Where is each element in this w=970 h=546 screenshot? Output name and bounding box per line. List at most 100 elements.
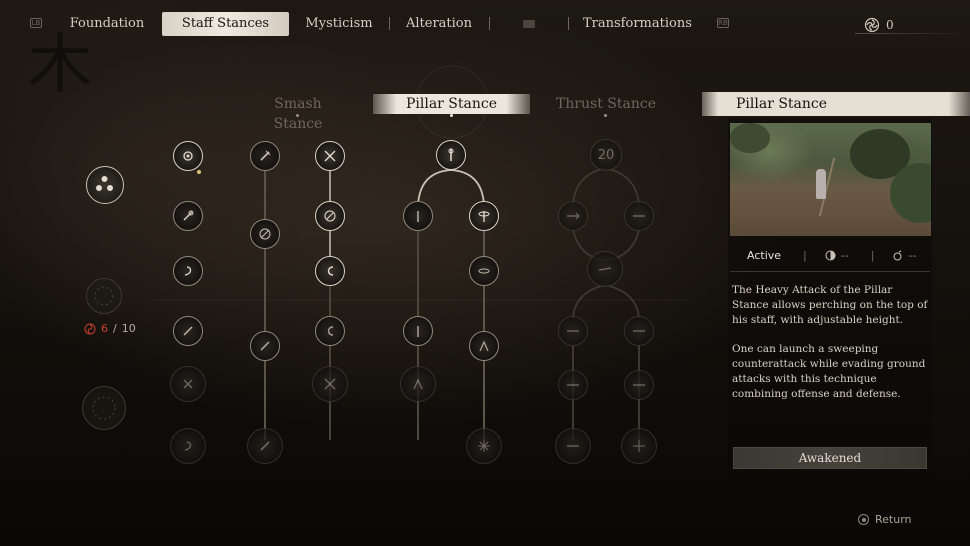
leap-icon <box>413 378 423 390</box>
burst-icon <box>633 440 645 452</box>
skill-node[interactable] <box>558 201 588 231</box>
skill-description: The Heavy Attack of the Pillar Stance al… <box>732 283 928 416</box>
stat-a-value: -- <box>840 248 849 262</box>
upgrade-dot <box>197 170 201 174</box>
skill-node[interactable] <box>315 316 345 346</box>
pillar-staff-icon <box>417 326 419 337</box>
skill-node[interactable] <box>170 428 206 464</box>
pillar-staff-icon <box>448 148 454 161</box>
skill-preview-image <box>730 123 931 236</box>
skill-node-level[interactable]: 20 <box>590 139 622 171</box>
skill-node[interactable] <box>624 316 654 346</box>
return-label: Return <box>875 513 912 526</box>
whirl-staff-icon <box>478 268 490 274</box>
skill-node[interactable] <box>250 219 280 249</box>
skill-node[interactable] <box>173 316 203 346</box>
stat-b: -- <box>892 249 916 262</box>
skill-node[interactable] <box>173 201 203 231</box>
spin-icon <box>183 151 193 161</box>
skill-node[interactable] <box>624 201 654 231</box>
stat-b-value: -- <box>908 248 917 262</box>
spirit-swirl-icon <box>84 323 96 334</box>
smash-icon <box>260 341 270 351</box>
skill-node[interactable] <box>469 256 499 286</box>
skill-node[interactable] <box>403 201 433 231</box>
description-paragraph-2: One can launch a sweeping counterattack … <box>732 343 926 400</box>
points-separator: / <box>113 322 117 335</box>
thrust-icon <box>633 384 645 386</box>
cross-swing-icon <box>183 379 193 389</box>
stance-points: 6 / 10 <box>84 322 136 335</box>
whirl-staff-icon <box>478 211 490 222</box>
status-divider: | <box>803 248 807 262</box>
skill-node[interactable] <box>469 201 499 231</box>
skill-status-row: Active | -- | -- <box>730 244 930 266</box>
crossed-staves-icon <box>324 150 336 162</box>
skill-node[interactable] <box>173 256 203 286</box>
staff-strike-icon <box>183 326 193 336</box>
thrust-icon <box>633 330 645 332</box>
points-current: 6 <box>101 322 108 335</box>
header-indicator-dot <box>296 114 299 117</box>
skill-node[interactable] <box>250 141 280 171</box>
return-button[interactable]: Return <box>858 513 912 526</box>
skill-node[interactable] <box>250 331 280 361</box>
skill-node[interactable] <box>624 370 654 400</box>
swirl-kick-icon <box>184 266 192 276</box>
dotted-ring-icon <box>92 396 116 420</box>
awakened-button[interactable]: Awakened <box>733 447 927 469</box>
skill-node[interactable] <box>558 370 588 400</box>
dotted-ring-icon <box>94 286 114 306</box>
skill-node[interactable] <box>315 141 345 171</box>
points-max: 10 <box>121 322 136 335</box>
burst-icon <box>478 440 490 452</box>
stat-a: -- <box>825 249 849 262</box>
thrust-icon <box>567 384 579 386</box>
pillar-staff-icon <box>417 211 419 222</box>
skill-node[interactable] <box>558 316 588 346</box>
thrust-icon <box>567 445 579 447</box>
shield-slash-icon <box>259 228 271 240</box>
skill-node[interactable] <box>469 331 499 361</box>
skill-node[interactable] <box>173 141 203 171</box>
header-thrust-stance[interactable]: Thrust Stance <box>555 94 657 114</box>
node-level-label: 20 <box>597 147 615 163</box>
header-indicator-dot <box>450 114 453 117</box>
thrust-icon <box>567 330 579 332</box>
thrust-icon <box>598 267 612 271</box>
skill-node[interactable] <box>247 428 283 464</box>
description-paragraph-1: The Heavy Attack of the Pillar Stance al… <box>732 284 928 326</box>
header-smash-stance[interactable]: Smash Stance <box>248 94 348 132</box>
stance-slot-locked[interactable] <box>82 386 126 430</box>
skill-node[interactable] <box>466 428 502 464</box>
b-button-icon <box>858 514 869 525</box>
skill-node[interactable] <box>621 428 657 464</box>
smash-icon <box>260 150 271 161</box>
crescent-icon <box>327 266 334 276</box>
three-dots-icon <box>96 176 113 191</box>
skill-node[interactable] <box>315 256 345 286</box>
status-divider: | <box>870 248 875 262</box>
detail-divider <box>730 271 930 272</box>
skill-node[interactable] <box>587 251 623 287</box>
skill-node[interactable] <box>403 316 433 346</box>
skill-node[interactable] <box>312 366 348 402</box>
leap-icon <box>479 340 489 352</box>
header-indicator-dot <box>604 114 607 117</box>
skill-node-pillar-root[interactable] <box>436 140 466 170</box>
stance-slot-locked[interactable] <box>86 278 122 314</box>
status-active: Active <box>747 248 782 262</box>
staff-strike-icon <box>183 210 194 221</box>
skill-node[interactable] <box>400 366 436 402</box>
header-pillar-stance[interactable]: Pillar Stance <box>373 94 530 114</box>
skill-node[interactable] <box>315 201 345 231</box>
yin-yang-icon <box>825 250 836 260</box>
skill-node[interactable] <box>555 428 591 464</box>
skill-node[interactable] <box>170 366 206 402</box>
thrust-icon <box>567 212 580 220</box>
detail-title: Pillar Stance <box>702 92 970 116</box>
crescent-icon <box>327 326 334 336</box>
stance-slot-active[interactable] <box>86 166 124 204</box>
swirl-kick-icon <box>184 441 192 451</box>
thrust-icon <box>633 215 645 217</box>
